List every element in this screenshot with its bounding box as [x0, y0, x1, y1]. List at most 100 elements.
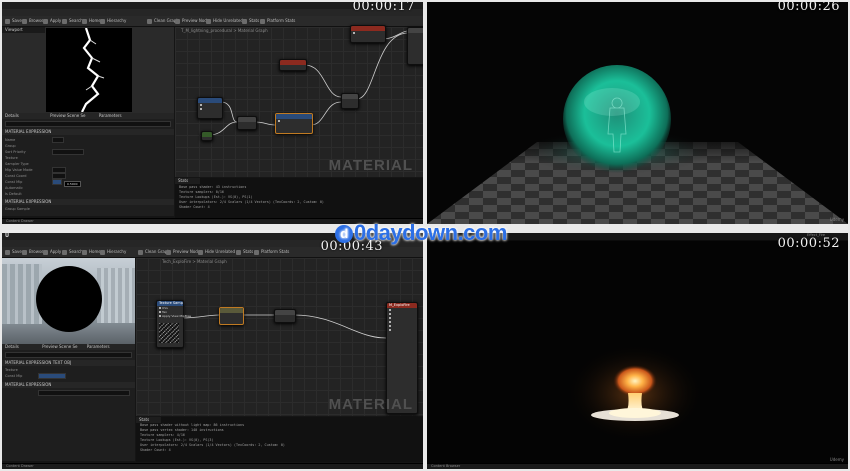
- status-bar[interactable]: Content Browser: [427, 463, 848, 469]
- toolbar-preview-node-button[interactable]: Preview Node: [175, 18, 209, 24]
- search-icon: [62, 249, 67, 255]
- home-icon: [82, 18, 87, 24]
- details-search-input[interactable]: [5, 352, 132, 358]
- stats-panel: Stats Base pass shader: 43 instructions …: [175, 178, 423, 218]
- node-texture-sample[interactable]: [275, 113, 313, 134]
- prop-const-mip: Const Mip: [5, 374, 23, 378]
- node-multiply[interactable]: [274, 309, 296, 323]
- prop-const-mip: Const Mip: [5, 180, 23, 184]
- node-parameter[interactable]: [279, 59, 307, 71]
- udemy-watermark: Udemy: [829, 457, 844, 462]
- details-search-input[interactable]: [5, 121, 171, 127]
- hide-icon: [198, 249, 203, 255]
- toolbar-hierarchy-button[interactable]: Hierarchy: [100, 18, 126, 24]
- node-append[interactable]: [219, 307, 244, 325]
- tab-parameters[interactable]: Parameters: [99, 113, 122, 118]
- toolbar-save-button[interactable]: Save: [5, 249, 22, 255]
- preview-icon: [166, 249, 171, 255]
- toolbar-platform-stats-button[interactable]: Platform Stats: [260, 18, 295, 24]
- toolbar-hide-unrelated-button[interactable]: Hide Unrelated: [198, 249, 235, 255]
- screen-bottom-left: U M_dust_Ka M_SoftFire Save Browse Apply…: [2, 233, 423, 469]
- prop-group-sample: Group Sample: [5, 207, 30, 211]
- node-result[interactable]: [407, 27, 423, 65]
- node-output[interactable]: [350, 25, 386, 43]
- timestamp: 00:00:52: [777, 236, 840, 251]
- render-energy-sphere: [427, 65, 848, 224]
- graph-watermark: MATERIAL: [328, 157, 413, 174]
- prop-const-mip-value[interactable]: [52, 179, 62, 185]
- toolbar-search-button[interactable]: Search: [62, 18, 83, 24]
- toolbar-hierarchy-button[interactable]: Hierarchy: [100, 249, 126, 255]
- prop-sort-priority: Sort Priority: [5, 150, 26, 154]
- screen-top-right: 00:00:26 Udemy: [427, 2, 848, 224]
- stats-icon: [236, 249, 241, 255]
- prop-is-default: Is Default: [5, 192, 22, 196]
- site-watermark: d 0daydown.com: [335, 220, 507, 246]
- material-graph[interactable]: Tech_ExploFire > Material Graph Texture …: [136, 258, 423, 416]
- tab-preview-scene[interactable]: Preview Scene Se: [50, 113, 85, 118]
- screen-top-left: Save Browse Apply Search Home Hierarchy …: [2, 2, 423, 224]
- toolbar-apply-button[interactable]: Apply: [43, 18, 61, 24]
- toolbar-platform-stats-button[interactable]: Platform Stats: [254, 249, 289, 255]
- toolbar-save-button[interactable]: Save: [5, 18, 22, 24]
- toolbar-browse-button[interactable]: Browse: [22, 249, 44, 255]
- folder-icon: [22, 18, 27, 24]
- clean-icon: [138, 249, 143, 255]
- prop-group: Group: [5, 144, 16, 148]
- folder-icon: [22, 249, 27, 255]
- section-material-expression-2: MATERIAL EXPRESSION: [2, 382, 135, 388]
- stats-icon: [242, 18, 247, 24]
- search-icon: [62, 18, 67, 24]
- toolbar-hide-unrelated-button[interactable]: Hide Unrelated: [206, 18, 243, 24]
- prop-name: Name: [5, 138, 16, 142]
- platform-icon: [260, 18, 265, 24]
- details-panel: Details Preview Scene Se Parameters MATE…: [2, 344, 135, 461]
- details-panel: Details Preview Scene Se Parameters MATE…: [2, 113, 174, 216]
- value-tooltip: 0.5000: [64, 181, 81, 187]
- node-texcoord[interactable]: [197, 97, 223, 119]
- prop-sort-priority-value[interactable]: [52, 149, 84, 155]
- hide-icon: [206, 18, 211, 24]
- stats-tab[interactable]: Stats: [175, 178, 200, 184]
- toolbar-apply-button[interactable]: Apply: [43, 249, 61, 255]
- preview-sphere: [36, 266, 102, 332]
- prop-name-value[interactable]: [52, 137, 64, 143]
- node-multiply[interactable]: [341, 93, 359, 109]
- toolbar-home-button[interactable]: Home: [82, 18, 101, 24]
- toolbar-browse-button[interactable]: Browse: [22, 18, 44, 24]
- screen-bottom-right: Effect_Fire 00:00:52 Content Browser Ude…: [427, 233, 848, 469]
- prop-sampler-type: Sampler Type: [5, 162, 29, 166]
- platform-icon: [254, 249, 259, 255]
- toolbar-preview-node-button[interactable]: Preview Node: [166, 249, 200, 255]
- tab-parameters[interactable]: Parameters: [87, 344, 110, 349]
- node-texture-sample[interactable]: Texture Sample UVs Tex Apply View MipBia…: [156, 300, 191, 348]
- node-scalar[interactable]: [201, 131, 213, 141]
- timestamp: 00:00:17: [352, 2, 415, 14]
- prop-mip-value-mode: Mip Value Mode: [5, 168, 33, 172]
- toolbar-home-button[interactable]: Home: [82, 249, 101, 255]
- tab-details[interactable]: Details: [5, 344, 19, 349]
- tab-details[interactable]: Details: [5, 113, 19, 118]
- toolbar-search-button[interactable]: Search: [62, 249, 83, 255]
- stats-line: Shader Count: 4: [140, 448, 171, 452]
- preview-icon: [175, 18, 180, 24]
- section-material-expression: MATERIAL EXPRESSION: [2, 129, 174, 135]
- status-bar[interactable]: Content Drawer: [2, 463, 423, 469]
- node-add[interactable]: [237, 116, 257, 130]
- prop-desc-value[interactable]: [38, 390, 130, 396]
- save-icon: [5, 18, 10, 24]
- prop-texture: Texture: [5, 368, 18, 372]
- preview-viewport[interactable]: Viewport: [2, 27, 174, 113]
- prop-const-mip-value[interactable]: [38, 373, 66, 379]
- save-icon: [5, 249, 10, 255]
- hierarchy-icon: [100, 249, 105, 255]
- material-graph[interactable]: T_M_lightning_procedural > Material Grap…: [175, 25, 423, 177]
- tab-preview-scene[interactable]: Preview Scene Se: [42, 344, 77, 349]
- toolbar-stats-button[interactable]: Stats: [242, 18, 259, 24]
- toolbar-stats-button[interactable]: Stats: [236, 249, 253, 255]
- preview-viewport[interactable]: [2, 258, 135, 344]
- stats-line: Shader Count: 4: [179, 205, 210, 209]
- section-material-expression-2: MATERIAL EXPRESSION: [2, 199, 174, 205]
- unreal-logo-icon: U: [5, 233, 10, 239]
- prop-const-coord: Const Coord: [5, 174, 27, 178]
